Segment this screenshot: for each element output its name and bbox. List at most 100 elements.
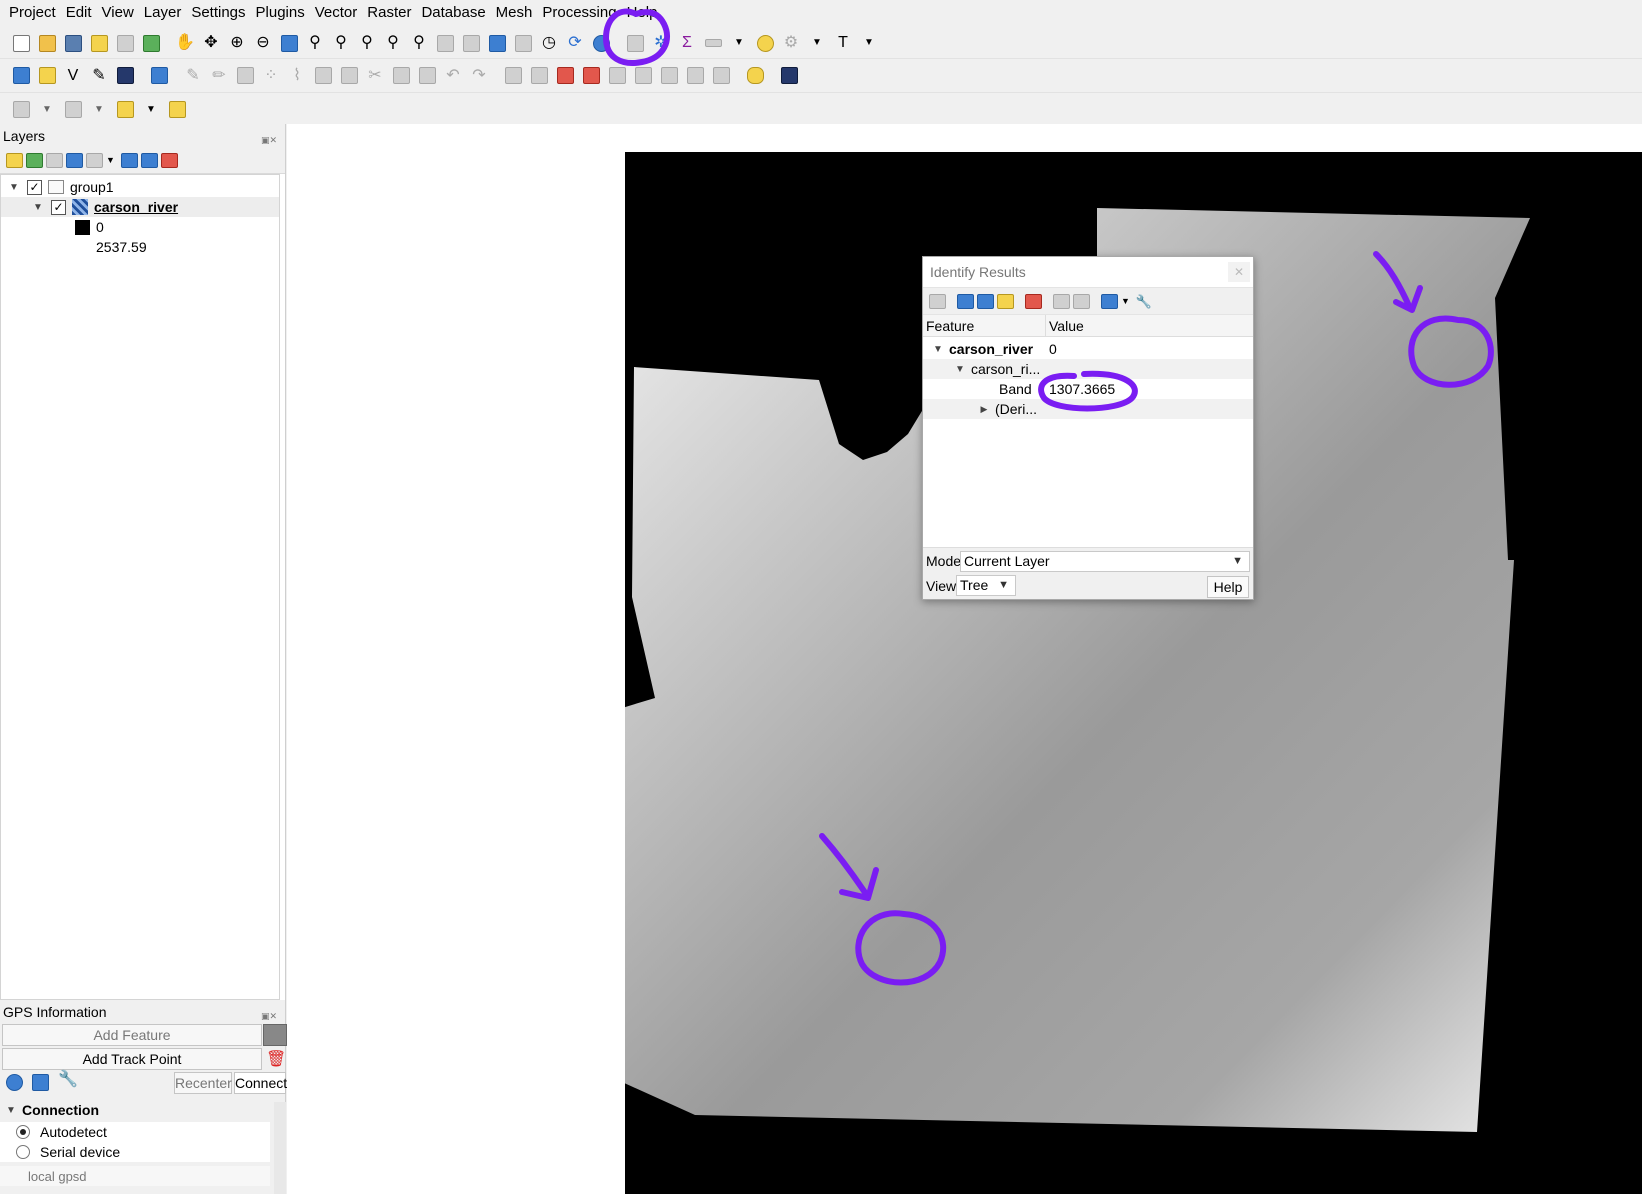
menu-plugins[interactable]: Plugins: [251, 0, 310, 26]
new-project-icon[interactable]: [10, 32, 32, 54]
label-show-hide-icon[interactable]: [580, 65, 602, 87]
sublayer-collapse-icon[interactable]: ▼: [953, 364, 967, 375]
data-source-manager-icon[interactable]: [10, 65, 32, 87]
section-collapse-icon[interactable]: ▼: [4, 1105, 18, 1116]
label-change-icon[interactable]: [658, 65, 680, 87]
feature-column-header[interactable]: Feature: [923, 315, 1046, 336]
cut-features-icon[interactable]: ✂: [364, 65, 386, 87]
collapse-all-icon[interactable]: [140, 153, 158, 168]
expand-tree-icon[interactable]: [929, 293, 946, 309]
expand-new-icon[interactable]: [997, 293, 1014, 309]
expand-all-results-icon[interactable]: [957, 293, 974, 309]
view-select[interactable]: Tree ▼: [956, 575, 1016, 596]
add-feature-icon[interactable]: ⁘: [260, 65, 282, 87]
menu-database[interactable]: Database: [416, 0, 490, 26]
collapse-arrow-icon-2[interactable]: ▼: [31, 202, 45, 213]
zoom-full-icon[interactable]: [278, 32, 300, 54]
redo-icon[interactable]: ↷: [468, 65, 490, 87]
pan-icon[interactable]: ✋: [174, 32, 196, 54]
connection-section[interactable]: ▼ Connection: [0, 1100, 270, 1120]
dropdown-arrow-icon-5[interactable]: ▼: [88, 99, 110, 121]
style-manager-icon[interactable]: [140, 32, 162, 54]
current-edits-icon[interactable]: ✎: [182, 65, 204, 87]
identify-mode-dropdown-icon[interactable]: ▼: [1121, 296, 1130, 306]
menu-view[interactable]: View: [97, 0, 139, 26]
save-edits-icon[interactable]: [234, 65, 256, 87]
manage-themes-icon[interactable]: [46, 153, 63, 168]
tree-group-row[interactable]: ▼ ✓ group1: [1, 177, 279, 197]
serial-device-radio[interactable]: [16, 1145, 30, 1159]
menu-help[interactable]: Help: [622, 0, 663, 26]
attribute-table-icon[interactable]: [624, 32, 646, 54]
dropdown-arrow-icon[interactable]: ▼: [728, 32, 750, 54]
bookmark-icon[interactable]: [486, 32, 508, 54]
panel-float-close-icon[interactable]: ▣✕: [261, 128, 277, 152]
clear-results-icon[interactable]: [1025, 293, 1042, 309]
remove-layer-icon[interactable]: [160, 153, 178, 168]
collapse-arrow-icon[interactable]: ▼: [7, 182, 21, 193]
add-feature-button[interactable]: Add Feature: [2, 1024, 262, 1046]
menu-layer[interactable]: Layer: [139, 0, 187, 26]
text-annotation-icon[interactable]: T: [832, 32, 854, 54]
gps-color-swatch[interactable]: [263, 1024, 287, 1046]
measure-icon[interactable]: [702, 32, 724, 54]
print-layout-icon[interactable]: [114, 32, 136, 54]
tree-layer-row[interactable]: ▼ ✓ carson_river: [1, 197, 279, 217]
show-bookmarks-icon[interactable]: [512, 32, 534, 54]
save-as-icon[interactable]: [88, 32, 110, 54]
select-by-value-icon[interactable]: [62, 99, 84, 121]
label-pin-icon[interactable]: [528, 65, 550, 87]
dropdown-arrow-icon-6[interactable]: ▼: [140, 99, 162, 121]
group-visibility-checkbox[interactable]: ✓: [27, 179, 42, 195]
label-diagram-icon[interactable]: [684, 65, 706, 87]
temporal-controller-icon[interactable]: ◷: [538, 32, 560, 54]
map-tips-icon[interactable]: [754, 32, 776, 54]
vertex-tool-icon[interactable]: ⌇: [286, 65, 308, 87]
new-3d-view-icon[interactable]: [460, 32, 482, 54]
copy-feature-icon[interactable]: [1053, 293, 1070, 309]
menu-project[interactable]: Project: [4, 0, 61, 26]
add-track-point-button[interactable]: Add Track Point: [2, 1048, 262, 1070]
gps-info-icon[interactable]: [6, 1074, 23, 1091]
value-column-header[interactable]: Value: [1046, 315, 1084, 336]
select-location-icon[interactable]: [166, 99, 188, 121]
pan-to-selection-icon[interactable]: ✥: [200, 32, 222, 54]
gps-settings-icon[interactable]: 🔧: [58, 1072, 78, 1088]
dropdown-arrow-icon-3[interactable]: ▼: [858, 32, 880, 54]
zoom-native-icon[interactable]: ⚲: [356, 32, 378, 54]
result-collapse-icon[interactable]: ▼: [931, 344, 945, 355]
trash-icon[interactable]: 🗑: [266, 1049, 286, 1069]
delete-selected-icon[interactable]: [338, 65, 360, 87]
band-row[interactable]: Band 1307.3665: [923, 379, 1253, 399]
zoom-last-icon[interactable]: ⚲: [382, 32, 404, 54]
menu-settings[interactable]: Settings: [186, 0, 250, 26]
autodetect-radio[interactable]: [16, 1125, 30, 1139]
statistical-summary-icon[interactable]: Σ: [676, 32, 698, 54]
save-project-icon[interactable]: [62, 32, 84, 54]
locator-icon[interactable]: ⚙: [780, 32, 802, 54]
identify-features-icon[interactable]: [590, 32, 612, 54]
dropdown-arrow-icon-4[interactable]: ▼: [36, 99, 58, 121]
layer-styling-icon[interactable]: [6, 153, 23, 168]
menu-edit[interactable]: Edit: [61, 0, 97, 26]
new-map-view-icon[interactable]: [434, 32, 456, 54]
menu-raster[interactable]: Raster: [362, 0, 416, 26]
virtual-layer-icon[interactable]: [148, 65, 170, 87]
filter-dropdown-icon[interactable]: ▼: [106, 156, 115, 165]
menu-processing[interactable]: Processing: [537, 0, 621, 26]
label-callout-icon[interactable]: [710, 65, 732, 87]
identify-settings-icon[interactable]: 🔧: [1136, 295, 1152, 308]
undo-icon[interactable]: ↶: [442, 65, 464, 87]
add-raster-icon[interactable]: [114, 65, 136, 87]
serial-device-option[interactable]: Serial device: [0, 1142, 270, 1162]
open-project-icon[interactable]: [36, 32, 58, 54]
copy-features-icon[interactable]: [390, 65, 412, 87]
label-move-icon[interactable]: [606, 65, 628, 87]
add-vector-icon[interactable]: V: [62, 65, 84, 87]
menu-vector[interactable]: Vector: [310, 0, 363, 26]
filter-expression-icon[interactable]: [86, 153, 103, 168]
processing-toolbox-icon[interactable]: ✲: [650, 32, 672, 54]
gps-chart-icon[interactable]: [32, 1074, 49, 1091]
label-toolbar-icon[interactable]: [502, 65, 524, 87]
autodetect-option[interactable]: Autodetect: [0, 1122, 270, 1142]
